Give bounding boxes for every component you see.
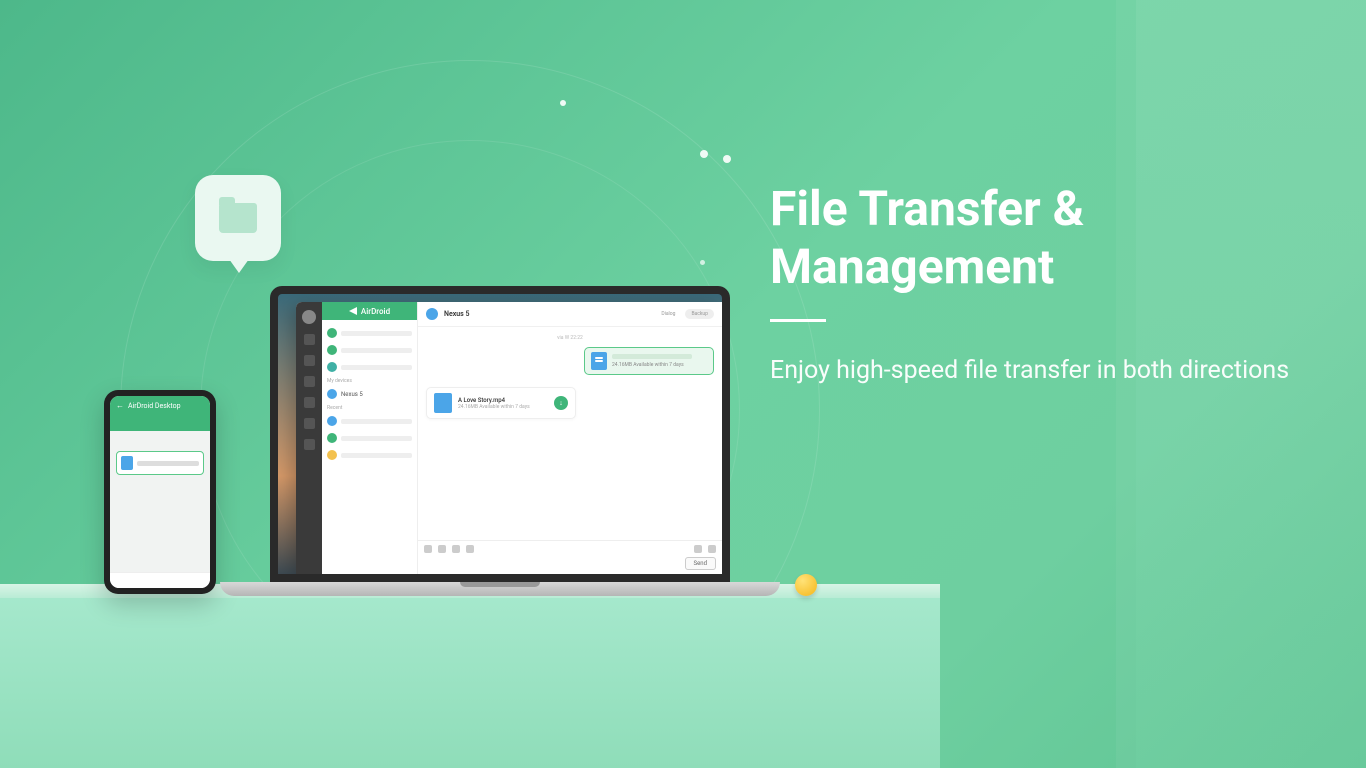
decor-ball [795,574,817,596]
chat-avatar-icon [426,308,438,320]
sidebar-icon [304,334,315,345]
contact-dot-icon [327,345,337,355]
list-item [327,414,412,428]
app-sidebar [296,302,322,574]
sidebar-icon [304,376,315,387]
tab-dialog: Dialog [655,309,681,319]
file-icon [434,393,452,413]
send-button: Send [685,557,716,570]
avatar [302,310,316,324]
image-icon [438,545,446,553]
file-name-placeholder [612,354,692,359]
file-meta: 24.16MB Available within 7 days [612,362,692,368]
laptop-screen: AirDroid My devices Nexus 5 Recent Nexus… [270,286,730,582]
chat-panel: Nexus 5 Dialog Backup via W 22:22 24.16M… [418,302,722,574]
contact-dot-icon [327,450,337,460]
file-icon [591,352,607,370]
attach-icon [424,545,432,553]
section-recent: Recent [327,405,412,411]
bg-dot [700,150,708,158]
sidebar-icon [304,418,315,429]
file-meta: 24.16MB Available within 7 days [458,404,530,410]
contact-dot-icon [327,328,337,338]
phone-subheader [110,415,210,431]
sidebar-icon [304,439,315,450]
phone-title: AirDroid Desktop [128,402,181,410]
list-item [327,343,412,357]
sent-file-card: 24.16MB Available within 7 days [584,347,714,375]
app-window: AirDroid My devices Nexus 5 Recent Nexus… [296,302,722,574]
phone-screen: ← AirDroid Desktop [110,396,210,588]
hero-subtitle: Enjoy high-speed file transfer in both d… [770,352,1330,391]
hero-divider [770,319,826,322]
received-file-card: A Love Story.mp4 24.16MB Available withi… [426,387,576,419]
phone-body [110,431,210,572]
tab-backup: Backup [685,309,714,319]
bg-dot [560,100,566,106]
file-icon [121,456,133,470]
phone-header: ← AirDroid Desktop [110,396,210,415]
tool-icon [708,545,716,553]
bg-dot [700,260,705,265]
chat-footer: Send [418,540,722,574]
list-item [327,448,412,462]
chat-toolbar [424,545,716,553]
app-titlebar: AirDroid [322,302,417,320]
list-item [327,431,412,445]
phone-footer [110,572,210,588]
sidebar-icon [304,397,315,408]
list-item [327,326,412,340]
phone-file-label [137,461,199,466]
hero-title: File Transfer & Management [770,180,1330,295]
device-dot-icon [327,389,337,399]
sidebar-icon [304,355,315,366]
download-icon: ↓ [554,396,568,410]
bg-dot [723,155,731,163]
section-my-devices: My devices [327,378,412,384]
hero-section: File Transfer & Management Enjoy high-sp… [770,180,1330,391]
brand-icon [349,307,357,315]
chat-header: Nexus 5 Dialog Backup [418,302,722,327]
contact-dot-icon [327,416,337,426]
laptop-base [220,582,780,596]
chat-title: Nexus 5 [444,310,470,318]
list-item [327,360,412,374]
chat-timestamp: via W 22:22 [426,335,714,341]
app-icon [466,545,474,553]
device-name: Nexus 5 [341,391,363,398]
chat-tabs: Dialog Backup [655,309,714,319]
back-icon: ← [116,401,124,410]
phone-file-card [116,451,204,475]
list-item: Nexus 5 [327,387,412,401]
folder-icon [219,203,257,233]
contact-dot-icon [327,433,337,443]
laptop-mockup: AirDroid My devices Nexus 5 Recent Nexus… [220,286,780,596]
tool-icon [694,545,702,553]
contact-dot-icon [327,362,337,372]
platform [0,598,940,768]
contacts-list: AirDroid My devices Nexus 5 Recent [322,302,418,574]
folder-icon [452,545,460,553]
chat-body: via W 22:22 24.16MB Available within 7 d… [418,327,722,540]
file-name: A Love Story.mp4 [458,397,530,404]
phone-mockup: ← AirDroid Desktop [104,390,216,594]
brand-label: AirDroid [361,307,390,316]
folder-bubble-icon [195,175,281,261]
